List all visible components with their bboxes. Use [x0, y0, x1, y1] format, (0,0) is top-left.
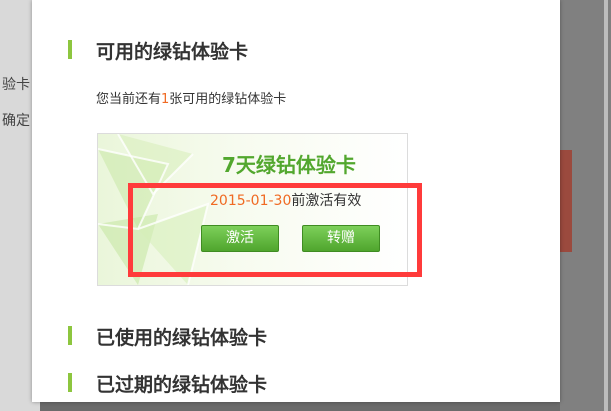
annotation-highlight-box	[128, 183, 422, 277]
background-text: 确定	[2, 113, 30, 129]
section-marker	[68, 373, 72, 392]
window-edge	[604, 0, 608, 411]
section-title-used[interactable]: 已使用的绿钻体验卡	[68, 323, 267, 350]
section-title-text: 已过期的绿钻体验卡	[96, 374, 268, 396]
section-marker	[68, 40, 72, 59]
background-accent	[560, 150, 572, 252]
available-count-text: 您当前还有1张可用的绿钻体验卡	[96, 88, 286, 107]
section-title-expired[interactable]: 已过期的绿钻体验卡	[68, 370, 267, 397]
intro-suffix: 张可用的绿钻体验卡	[169, 92, 287, 107]
intro-prefix: 您当前还有	[96, 92, 162, 107]
section-title-text: 可用的绿钻体验卡	[96, 41, 249, 63]
section-marker	[68, 326, 72, 345]
section-title-text: 已使用的绿钻体验卡	[96, 327, 268, 349]
card-title: 7天绿钻体验卡	[222, 153, 356, 177]
background-text: 验卡	[2, 77, 30, 93]
section-title-available: 可用的绿钻体验卡	[68, 37, 248, 64]
